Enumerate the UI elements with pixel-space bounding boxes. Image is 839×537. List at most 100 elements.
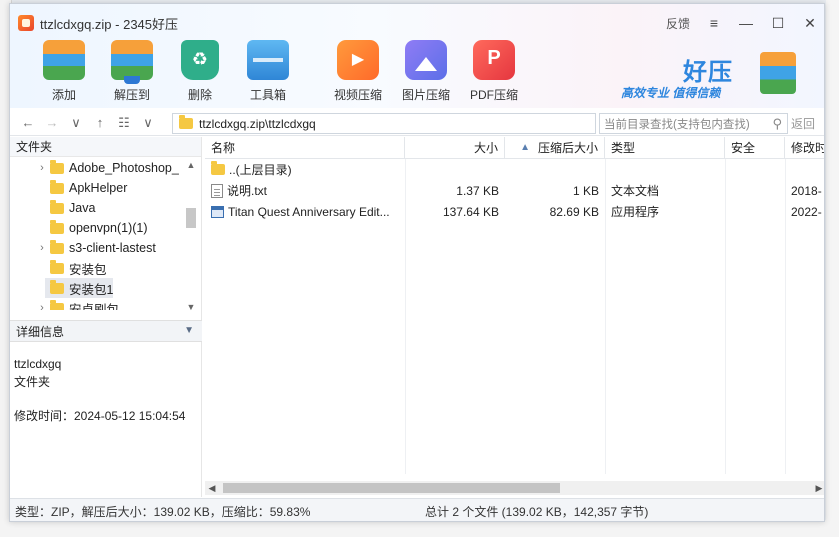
details-body: ttzlcdxgq 文件夹 修改时间：2024-05-12 15:04:54: [14, 355, 200, 425]
chevron-right-icon[interactable]: ›: [34, 162, 50, 174]
navigation-buttons: ← → ∨ ↑ ☷ ∨: [16, 112, 160, 134]
column-divider: [405, 159, 406, 474]
chevron-right-icon[interactable]: ›: [34, 242, 50, 254]
column-safety[interactable]: 安全: [725, 137, 785, 158]
video-compress-button[interactable]: 视频压缩: [324, 40, 392, 103]
background-window-edge-right: [826, 0, 839, 537]
image-icon: [405, 40, 447, 80]
video-icon: [337, 40, 379, 80]
column-divider: [785, 159, 786, 474]
tree-item[interactable]: Java: [10, 198, 202, 218]
return-button[interactable]: 返回: [791, 115, 815, 132]
tree-item-label: Adobe_Photoshop_: [69, 161, 179, 175]
feedback-button[interactable]: 反馈: [658, 12, 698, 34]
scroll-down-icon[interactable]: ▼: [185, 302, 197, 312]
file-modified: 2018-: [791, 183, 822, 198]
file-count-info: 总计 2 个文件 (139.02 KB，142,357 字节): [425, 504, 649, 519]
file-size: 137.64 KB: [442, 204, 499, 219]
add-button[interactable]: 添加: [30, 40, 98, 103]
tree-item[interactable]: openvpn(1)(1): [10, 218, 202, 238]
add-archive-icon: [43, 40, 85, 80]
extract-icon: [111, 40, 153, 84]
main-toolbar: 添加 解压到 删除 工具箱 视频压缩 图片压缩: [30, 40, 528, 103]
view-mode-dropdown-icon[interactable]: ∨: [136, 112, 160, 134]
tree-item[interactable]: ApkHelper: [10, 178, 202, 198]
application-icon: [211, 205, 224, 218]
extract-label: 解压到: [113, 88, 150, 102]
scroll-left-icon[interactable]: ◀: [205, 481, 219, 495]
close-button[interactable]: ✕: [794, 12, 824, 34]
image-compress-label: 图片压缩: [401, 88, 450, 102]
table-row[interactable]: 说明.txt 1.37 KB 1 KB 文本文档 2018-: [205, 180, 824, 201]
column-compressed-size[interactable]: ▲ 压缩后大小: [505, 137, 605, 158]
tree-item-label: Java: [69, 201, 96, 215]
tree-scrollbar[interactable]: ▲ ▼: [185, 160, 197, 312]
back-arrow-icon[interactable]: ←: [16, 112, 40, 134]
brand-logo: 好压 高效专业 值得信赖: [621, 52, 796, 102]
maximize-button[interactable]: ☐: [762, 12, 794, 34]
file-name: Titan Quest Anniversary Edit...: [228, 204, 390, 219]
scroll-right-icon[interactable]: ▶: [812, 481, 824, 495]
brand-slogan: 高效专业 值得信赖: [621, 86, 721, 100]
tree-item[interactable]: › 安卓刷包: [10, 298, 202, 310]
folder-icon: [50, 239, 64, 254]
toolbox-icon: [247, 40, 289, 80]
background-taskbar-strip: [0, 520, 839, 537]
chevron-right-icon[interactable]: ›: [34, 302, 50, 310]
search-placeholder: 当前目录查找(支持包内查找): [604, 118, 750, 131]
up-arrow-icon[interactable]: ↑: [88, 112, 112, 134]
column-compressed-size-label: 压缩后大小: [537, 141, 598, 155]
extract-button[interactable]: 解压到: [98, 40, 166, 103]
delete-button[interactable]: 删除: [166, 40, 234, 103]
minimize-button[interactable]: —: [730, 12, 762, 34]
forward-arrow-icon[interactable]: →: [40, 112, 64, 134]
horizontal-scrollbar[interactable]: ◀ ▶: [205, 481, 824, 495]
file-type: 应用程序: [611, 205, 660, 219]
file-name: 说明.txt: [227, 184, 268, 198]
details-modified: 修改时间：2024-05-12 15:04:54: [14, 409, 186, 423]
file-safety: [725, 201, 785, 222]
file-list: 名称 大小 ▲ 压缩后大小 类型 安全 修改时 ..(上层目录) 说明.txt …: [205, 137, 824, 497]
sort-up-icon: ▲: [520, 142, 530, 153]
toolbox-button[interactable]: 工具箱: [234, 40, 302, 103]
tree-item[interactable]: › Adobe_Photoshop_: [10, 158, 202, 178]
column-modified[interactable]: 修改时: [785, 137, 824, 158]
column-name[interactable]: 名称: [205, 137, 405, 158]
scroll-up-icon[interactable]: ▲: [185, 160, 197, 170]
brand-name: 好压: [683, 59, 733, 86]
scrollbar-thumb[interactable]: [223, 483, 560, 493]
history-dropdown-icon[interactable]: ∨: [64, 112, 88, 134]
tree-item-selected[interactable]: 安装包1: [45, 278, 113, 298]
image-compress-button[interactable]: 图片压缩: [392, 40, 460, 103]
tree-item[interactable]: 安装包: [10, 258, 202, 278]
window-controls: 反馈 ≡ — ☐ ✕: [658, 12, 824, 34]
folder-pane: 文件夹 › Adobe_Photoshop_ ApkHelper Java op…: [10, 137, 202, 497]
collapse-icon[interactable]: ▼: [184, 325, 194, 336]
delete-label: 删除: [187, 88, 212, 102]
search-input[interactable]: 当前目录查找(支持包内查找) ⚲: [599, 113, 788, 134]
table-row[interactable]: Titan Quest Anniversary Edit... 137.64 K…: [205, 201, 824, 222]
scrollbar-thumb[interactable]: [186, 208, 196, 228]
tree-item[interactable]: › s3-client-lastest: [10, 238, 202, 258]
folder-icon: [50, 199, 64, 214]
file-modified: 2022-: [791, 204, 822, 219]
column-size[interactable]: 大小: [405, 137, 505, 158]
path-field[interactable]: ttzlcdxgq.zip\ttzlcdxgq: [172, 113, 596, 134]
tree-item-label: 安装包1: [69, 282, 114, 297]
table-row[interactable]: ..(上层目录): [205, 159, 824, 180]
folder-icon: [211, 161, 225, 175]
column-type[interactable]: 类型: [605, 137, 725, 158]
title-toolbar-area: ttzlcdxgq.zip - 2345好压 反馈 ≡ — ☐ ✕ 添加 解压到…: [10, 4, 824, 108]
file-safety: [725, 180, 785, 201]
search-icon[interactable]: ⚲: [772, 116, 782, 132]
pdf-compress-button[interactable]: PDF压缩: [460, 40, 528, 103]
menu-icon[interactable]: ≡: [698, 12, 730, 34]
view-mode-icon[interactable]: ☷: [112, 112, 136, 134]
details-header-label: 详细信息: [16, 324, 65, 339]
tree-item-label: 安装包: [69, 262, 107, 277]
address-bar: ← → ∨ ↑ ☷ ∨ ttzlcdxgq.zip\ttzlcdxgq 当前目录…: [10, 110, 824, 136]
details-header[interactable]: 详细信息 ▼: [10, 320, 202, 342]
recycle-bin-icon: [181, 40, 219, 80]
app-logo-icon: [18, 15, 34, 31]
pdf-icon: [473, 40, 515, 80]
